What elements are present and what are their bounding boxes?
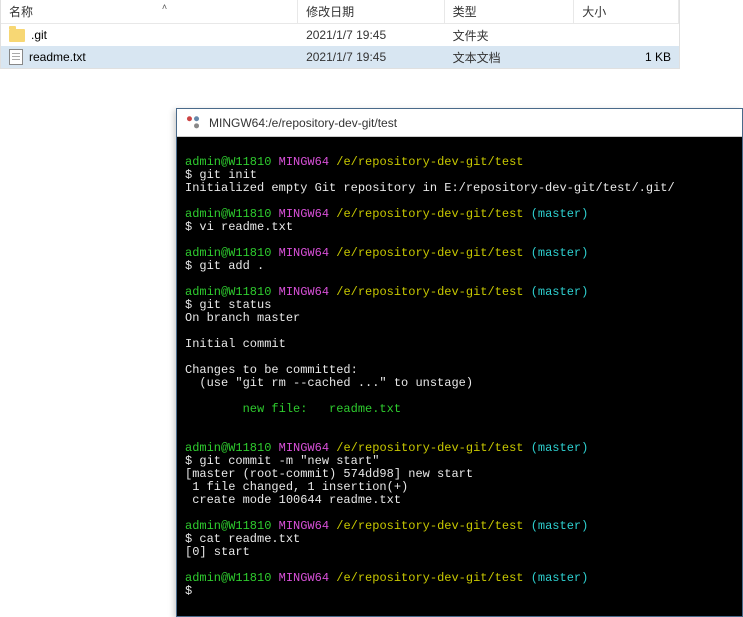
- terminal-window: MINGW64:/e/repository-dev-git/test admin…: [176, 108, 743, 617]
- folder-icon: [9, 29, 25, 42]
- terminal-body[interactable]: admin@W11810 MINGW64 /e/repository-dev-g…: [177, 137, 742, 616]
- col-header-name[interactable]: 名称˄: [1, 0, 298, 23]
- file-name: .git: [31, 28, 47, 42]
- file-explorer-pane: 名称˄ 修改日期 类型 大小 .git 2021/1/7 19:45文件夹 read…: [0, 0, 680, 69]
- file-row[interactable]: readme.txt 2021/1/7 19:45文本文档1 KB: [1, 46, 679, 68]
- file-type: 文件夹: [445, 27, 575, 44]
- file-date: 2021/1/7 19:45: [298, 28, 445, 42]
- col-header-size[interactable]: 大小: [574, 0, 679, 23]
- text-file-icon: [9, 49, 23, 65]
- file-list-header: 名称˄ 修改日期 类型 大小: [1, 0, 679, 24]
- terminal-title: MINGW64:/e/repository-dev-git/test: [209, 116, 397, 130]
- git-bash-icon: [182, 111, 205, 134]
- col-header-date[interactable]: 修改日期: [298, 0, 445, 23]
- file-size: 1 KB: [574, 50, 679, 64]
- file-name: readme.txt: [29, 50, 86, 64]
- file-type: 文本文档: [445, 49, 575, 66]
- file-row[interactable]: .git 2021/1/7 19:45文件夹: [1, 24, 679, 46]
- sort-caret-icon: ˄: [162, 2, 167, 12]
- file-date: 2021/1/7 19:45: [298, 50, 445, 64]
- col-header-type[interactable]: 类型: [445, 0, 575, 23]
- terminal-titlebar[interactable]: MINGW64:/e/repository-dev-git/test: [177, 109, 742, 137]
